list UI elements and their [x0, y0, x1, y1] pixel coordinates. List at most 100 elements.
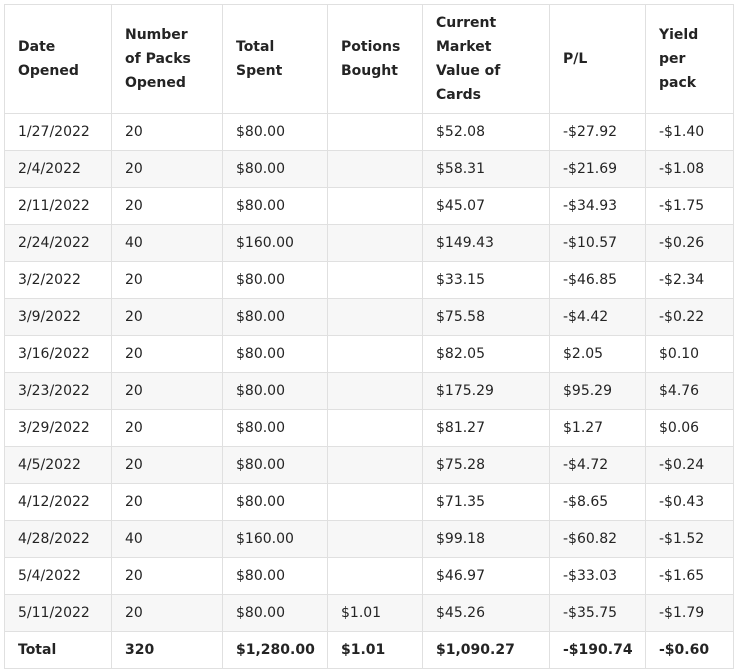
table-footer: Total 320 $1,280.00 $1.01 $1,090.27 -$19…: [4, 631, 734, 669]
header-line: P/L: [563, 51, 588, 67]
cell-pl: $2.05: [549, 335, 646, 373]
cell-date-opened: 4/5/2022: [4, 446, 112, 484]
header-line: Bought: [341, 63, 398, 79]
table-row: 4/12/2022 20 $80.00 $71.35 -$8.65 -$0.43: [4, 483, 734, 521]
cell-market-value: $45.26: [422, 594, 550, 632]
cell-potions-bought: [327, 372, 423, 410]
cell-yield-per-pack: $0.10: [645, 335, 734, 373]
table-row: 3/16/2022 20 $80.00 $82.05 $2.05 $0.10: [4, 335, 734, 373]
cell-potions-bought: [327, 483, 423, 521]
cell-total-spent: $80.00: [222, 483, 328, 521]
cell-market-value: $75.28: [422, 446, 550, 484]
cell-total-spent: $80.00: [222, 557, 328, 595]
header-yield-per-pack: Yield per pack: [645, 4, 734, 114]
cell-total-spent: $160.00: [222, 520, 328, 558]
header-line: Market: [436, 39, 492, 55]
cell-yield-per-pack: -$1.40: [645, 113, 734, 151]
cell-market-value: $82.05: [422, 335, 550, 373]
total-market-value: $1,090.27: [422, 631, 550, 669]
header-market-value: Current Market Value of Cards: [422, 4, 550, 114]
header-line: per: [659, 51, 686, 67]
cell-market-value: $33.15: [422, 261, 550, 299]
cell-pl: -$60.82: [549, 520, 646, 558]
cell-date-opened: 2/4/2022: [4, 150, 112, 188]
cell-packs-opened: 20: [111, 113, 223, 151]
total-pl: -$190.74: [549, 631, 646, 669]
cell-pl: -$4.72: [549, 446, 646, 484]
cell-total-spent: $80.00: [222, 372, 328, 410]
cell-yield-per-pack: -$0.24: [645, 446, 734, 484]
cell-date-opened: 4/28/2022: [4, 520, 112, 558]
table-row: 4/5/2022 20 $80.00 $75.28 -$4.72 -$0.24: [4, 446, 734, 484]
cell-date-opened: 3/9/2022: [4, 298, 112, 336]
cell-potions-bought: [327, 335, 423, 373]
header-packs-opened: Number of Packs Opened: [111, 4, 223, 114]
cell-total-spent: $80.00: [222, 150, 328, 188]
table-row: 3/2/2022 20 $80.00 $33.15 -$46.85 -$2.34: [4, 261, 734, 299]
total-spent: $1,280.00: [222, 631, 328, 669]
cell-market-value: $149.43: [422, 224, 550, 262]
cell-date-opened: 4/12/2022: [4, 483, 112, 521]
cell-yield-per-pack: -$1.65: [645, 557, 734, 595]
header-line: Current: [436, 15, 497, 31]
cell-total-spent: $80.00: [222, 446, 328, 484]
cell-pl: -$21.69: [549, 150, 646, 188]
cell-market-value: $52.08: [422, 113, 550, 151]
cell-total-spent: $80.00: [222, 261, 328, 299]
total-yield: -$0.60: [645, 631, 734, 669]
table-row: 2/11/2022 20 $80.00 $45.07 -$34.93 -$1.75: [4, 187, 734, 225]
cell-market-value: $81.27: [422, 409, 550, 447]
cell-packs-opened: 20: [111, 298, 223, 336]
cell-date-opened: 3/23/2022: [4, 372, 112, 410]
cell-date-opened: 1/27/2022: [4, 113, 112, 151]
header-line: Potions: [341, 39, 401, 55]
cell-total-spent: $80.00: [222, 187, 328, 225]
cell-yield-per-pack: -$0.22: [645, 298, 734, 336]
cell-potions-bought: [327, 446, 423, 484]
header-line: of Packs: [125, 51, 191, 67]
cell-yield-per-pack: -$2.34: [645, 261, 734, 299]
cell-packs-opened: 40: [111, 224, 223, 262]
cell-market-value: $175.29: [422, 372, 550, 410]
cell-pl: $95.29: [549, 372, 646, 410]
cell-market-value: $99.18: [422, 520, 550, 558]
cell-market-value: $71.35: [422, 483, 550, 521]
header-line: Spent: [236, 63, 283, 79]
cell-date-opened: 3/2/2022: [4, 261, 112, 299]
cell-potions-bought: $1.01: [327, 594, 423, 632]
header-line: pack: [659, 75, 697, 91]
cell-total-spent: $160.00: [222, 224, 328, 262]
cell-total-spent: $80.00: [222, 594, 328, 632]
cell-packs-opened: 20: [111, 335, 223, 373]
cell-total-spent: $80.00: [222, 335, 328, 373]
header-total-spent: Total Spent: [222, 4, 328, 114]
cell-pl: -$46.85: [549, 261, 646, 299]
cell-packs-opened: 20: [111, 483, 223, 521]
packs-table: Date Opened Number of Packs Opened Total…: [4, 4, 734, 669]
cell-date-opened: 5/11/2022: [4, 594, 112, 632]
cell-potions-bought: [327, 557, 423, 595]
cell-pl: -$4.42: [549, 298, 646, 336]
table-row: 3/29/2022 20 $80.00 $81.27 $1.27 $0.06: [4, 409, 734, 447]
cell-packs-opened: 20: [111, 557, 223, 595]
cell-date-opened: 3/29/2022: [4, 409, 112, 447]
cell-pl: -$8.65: [549, 483, 646, 521]
cell-pl: $1.27: [549, 409, 646, 447]
cell-yield-per-pack: $0.06: [645, 409, 734, 447]
header-line: Opened: [125, 75, 186, 91]
header-line: Value of: [436, 63, 501, 79]
table-row: 2/24/2022 40 $160.00 $149.43 -$10.57 -$0.26: [4, 224, 734, 262]
cell-total-spent: $80.00: [222, 113, 328, 151]
cell-date-opened: 3/16/2022: [4, 335, 112, 373]
header-line: Cards: [436, 87, 481, 103]
table-header: Date Opened Number of Packs Opened Total…: [4, 4, 734, 114]
cell-packs-opened: 20: [111, 446, 223, 484]
header-line: Opened: [18, 63, 79, 79]
cell-potions-bought: [327, 187, 423, 225]
cell-pl: -$33.03: [549, 557, 646, 595]
cell-yield-per-pack: -$1.52: [645, 520, 734, 558]
cell-market-value: $46.97: [422, 557, 550, 595]
cell-date-opened: 2/11/2022: [4, 187, 112, 225]
total-packs: 320: [111, 631, 223, 669]
table-row: 3/23/2022 20 $80.00 $175.29 $95.29 $4.76: [4, 372, 734, 410]
